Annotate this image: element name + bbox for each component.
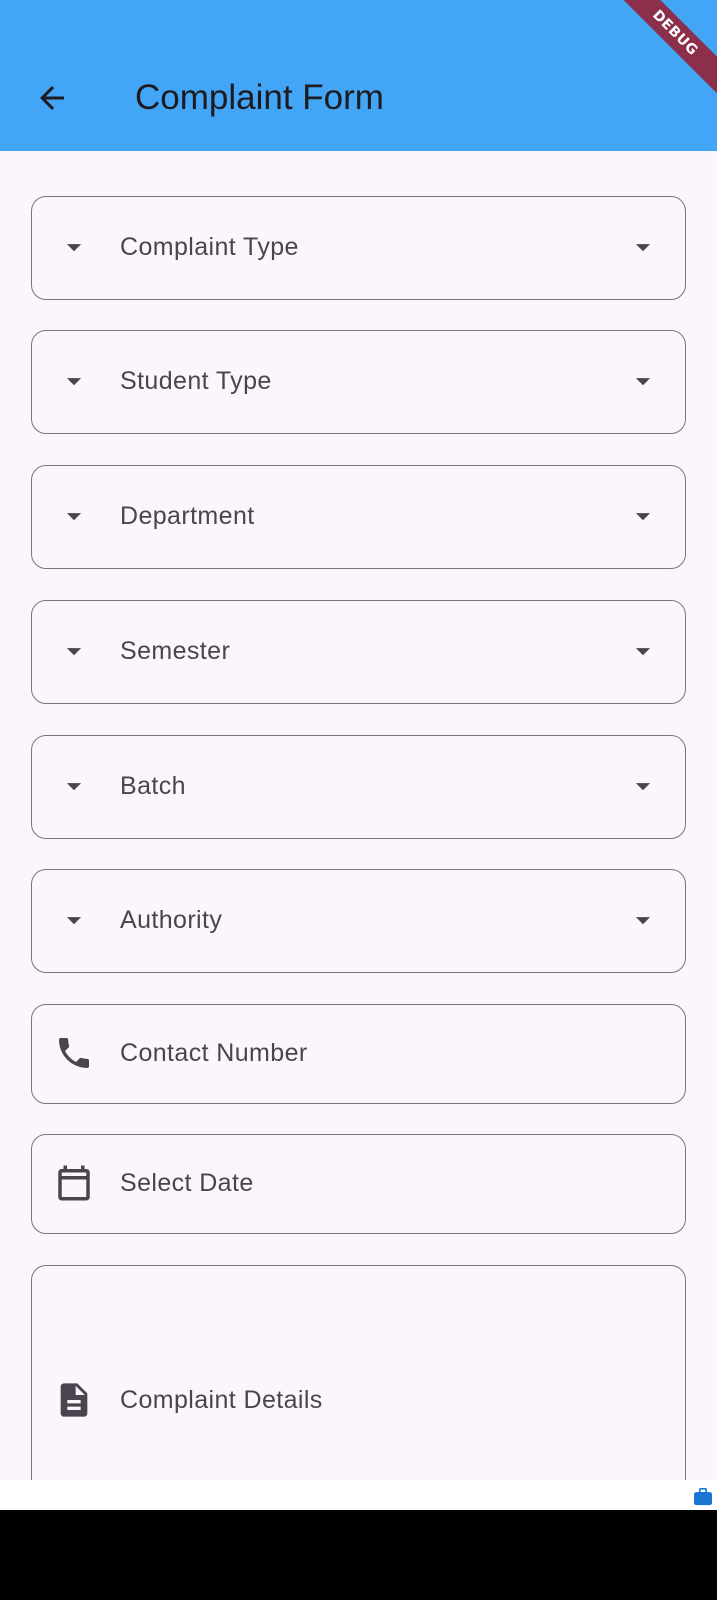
select-date-label: Select Date bbox=[120, 1169, 254, 1197]
semester-label: Semester bbox=[120, 637, 231, 665]
arrow-drop-down-icon bbox=[52, 225, 96, 269]
arrow-drop-down-icon bbox=[52, 359, 96, 403]
document-icon bbox=[52, 1378, 96, 1422]
arrow-drop-down-icon bbox=[621, 764, 665, 808]
arrow-drop-down-icon bbox=[52, 629, 96, 673]
page-title: Complaint Form bbox=[135, 78, 384, 117]
arrow-drop-down-icon bbox=[621, 359, 665, 403]
complaint-details-field[interactable]: Complaint Details bbox=[31, 1265, 686, 1480]
back-button[interactable] bbox=[30, 76, 74, 120]
briefcase-icon bbox=[694, 1488, 712, 1506]
contact-number-label: Contact Number bbox=[120, 1039, 308, 1067]
department-label: Department bbox=[120, 502, 255, 530]
arrow-drop-down-icon bbox=[621, 494, 665, 538]
arrow-back-icon bbox=[40, 86, 64, 110]
complaint-type-dropdown[interactable]: Complaint Type bbox=[31, 196, 686, 300]
debug-banner: DEBUG bbox=[609, 0, 717, 99]
arrow-drop-down-icon bbox=[621, 898, 665, 942]
batch-dropdown[interactable]: Batch bbox=[31, 735, 686, 839]
department-dropdown[interactable]: Department bbox=[31, 465, 686, 569]
arrow-drop-down-icon bbox=[52, 898, 96, 942]
system-navigation-bar bbox=[0, 1510, 717, 1600]
contact-number-field[interactable]: Contact Number bbox=[31, 1004, 686, 1104]
select-date-field[interactable]: Select Date bbox=[31, 1134, 686, 1234]
bottom-inset bbox=[0, 1480, 717, 1510]
complaint-details-label: Complaint Details bbox=[120, 1386, 323, 1414]
arrow-drop-down-icon bbox=[621, 225, 665, 269]
authority-dropdown[interactable]: Authority bbox=[31, 869, 686, 973]
arrow-drop-down-icon bbox=[621, 629, 665, 673]
phone-icon bbox=[52, 1031, 96, 1075]
authority-label: Authority bbox=[120, 906, 223, 934]
semester-dropdown[interactable]: Semester bbox=[31, 600, 686, 704]
student-type-label: Student Type bbox=[120, 367, 272, 395]
calendar-icon bbox=[52, 1161, 96, 1205]
student-type-dropdown[interactable]: Student Type bbox=[31, 330, 686, 434]
batch-label: Batch bbox=[120, 772, 186, 800]
app-bar: Complaint Form DEBUG bbox=[0, 0, 717, 151]
arrow-drop-down-icon bbox=[52, 494, 96, 538]
arrow-drop-down-icon bbox=[52, 764, 96, 808]
complaint-type-label: Complaint Type bbox=[120, 233, 299, 261]
